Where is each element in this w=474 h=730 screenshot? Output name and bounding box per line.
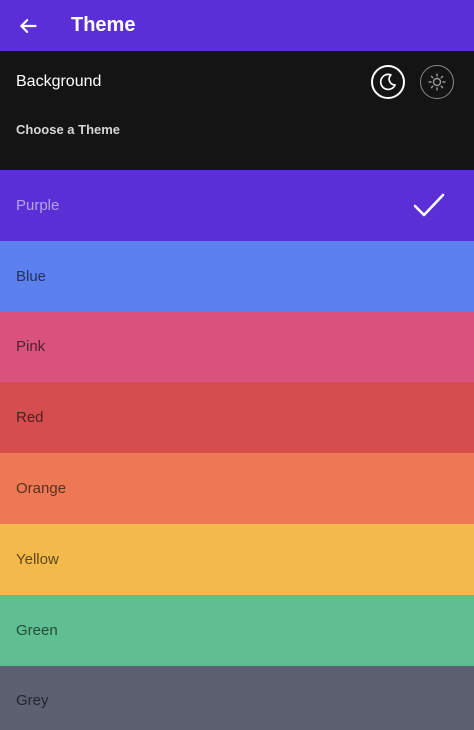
background-mode-toggle xyxy=(371,64,454,99)
theme-option-label: Orange xyxy=(16,480,67,498)
app-bar: Theme xyxy=(0,0,474,51)
theme-option-label: Blue xyxy=(16,267,47,285)
theme-option-label: Red xyxy=(16,409,44,427)
theme-option-green[interactable]: Green xyxy=(0,594,474,666)
back-button[interactable] xyxy=(16,14,40,38)
background-label: Background xyxy=(16,72,102,90)
theme-option-label: Purple xyxy=(16,196,60,214)
theme-option-pink[interactable]: Pink xyxy=(0,311,474,383)
theme-option-purple[interactable]: Purple xyxy=(0,170,474,241)
theme-list: Purple Blue Pink Red Orange Yellow Green Grey xyxy=(0,170,474,730)
theme-option-blue[interactable]: Blue xyxy=(0,240,474,312)
theme-option-label: Yellow xyxy=(16,550,59,568)
theme-option-label: Grey xyxy=(16,692,49,710)
background-row: Background xyxy=(0,51,474,112)
theme-option-grey[interactable]: Grey xyxy=(0,665,474,730)
section-header-choose-theme: Choose a Theme xyxy=(16,122,121,137)
sun-icon xyxy=(428,72,446,91)
theme-option-label: Pink xyxy=(16,338,46,356)
light-mode-button[interactable] xyxy=(420,64,454,99)
theme-option-orange[interactable]: Orange xyxy=(0,453,474,524)
theme-option-label: Green xyxy=(16,621,58,639)
theme-option-red[interactable]: Red xyxy=(0,382,474,454)
theme-screen: Theme Background Choose a Theme Purple B… xyxy=(0,0,474,730)
moon-icon xyxy=(379,73,396,90)
page-title: Theme xyxy=(71,14,136,36)
check-icon xyxy=(412,192,446,218)
background-settings: Background Choose a Theme xyxy=(0,51,474,170)
theme-option-yellow[interactable]: Yellow xyxy=(0,523,474,595)
arrow-left-icon xyxy=(20,18,37,33)
dark-mode-button[interactable] xyxy=(371,64,405,99)
